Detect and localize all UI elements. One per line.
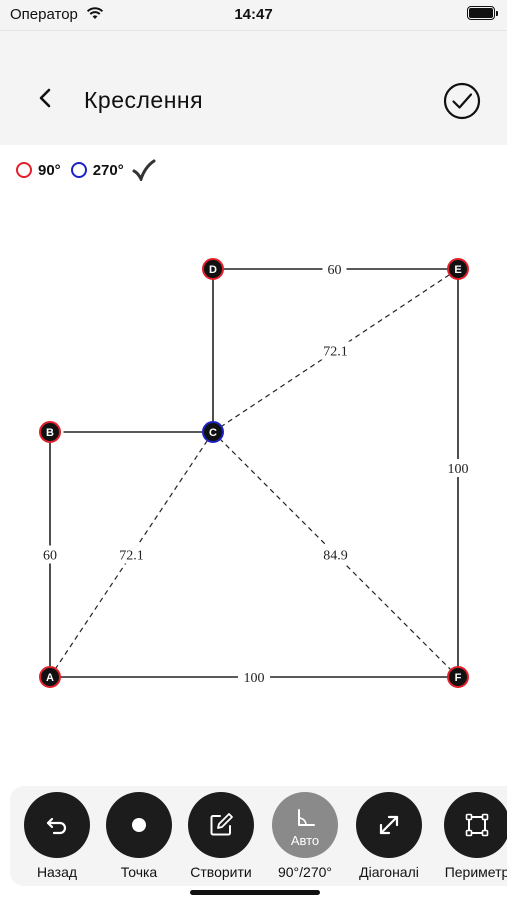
point-label-D: D [209, 264, 217, 276]
checkmark-icon [132, 159, 156, 181]
point-label-E: E [454, 264, 461, 276]
side-length-label: 60 [43, 549, 57, 564]
toolbar: Назад Точка Створити Авто 90°/270° Діаго… [10, 786, 507, 886]
home-indicator [190, 890, 320, 895]
diagonals-tool[interactable]: Діагоналі [344, 792, 424, 882]
diagonal-length-label: 72.1 [119, 549, 144, 564]
point-button[interactable] [106, 792, 172, 858]
edit-icon [210, 813, 233, 836]
drawing-canvas[interactable]: 6040406010010072.172.184.9ABCDEF [0, 190, 507, 770]
diagonal-length-label: 72.1 [323, 345, 348, 360]
legend-90-label: 90° [38, 161, 61, 179]
angles-tool[interactable]: Авто 90°/270° [260, 792, 340, 882]
point-label-C: C [209, 427, 217, 439]
back-button[interactable] [30, 83, 60, 113]
red-circle-icon [16, 162, 32, 178]
nav-bar: Креслення [0, 30, 507, 145]
status-bar: Оператор 14:47 [0, 0, 507, 30]
chevron-left-icon [39, 88, 51, 108]
create-button[interactable] [188, 792, 254, 858]
perimeter-icon [465, 813, 489, 837]
page-title: Креслення [84, 87, 204, 113]
angle-icon [298, 809, 315, 826]
angle-legend: 90° 270° [16, 158, 156, 182]
expand-diagonal-icon [379, 815, 399, 835]
battery-icon [467, 6, 498, 20]
undo-button[interactable] [24, 792, 90, 858]
clock: 14:47 [234, 6, 273, 23]
point-label-F: F [455, 672, 462, 684]
point-label-A: A [46, 672, 54, 684]
undo-icon [46, 817, 67, 835]
blue-circle-icon [70, 162, 87, 178]
point-label-B: B [46, 427, 54, 439]
side-length-label: 100 [244, 671, 265, 686]
perimeter-button[interactable] [444, 792, 507, 858]
confirm-check-icon[interactable] [443, 82, 481, 120]
angles-button[interactable]: Авто [272, 792, 338, 858]
diagonal-length-label: 84.9 [323, 549, 348, 564]
angles-auto-label: Авто [290, 833, 320, 848]
create-tool[interactable]: Створити [176, 792, 256, 882]
dot-icon [132, 818, 146, 832]
diagonals-label: Діагоналі [359, 864, 419, 880]
undo-tool[interactable]: Назад [12, 792, 92, 882]
diagonals-button[interactable] [356, 792, 422, 858]
perimeter-label: Периметр [444, 864, 507, 880]
perimeter-tool[interactable]: Периметр [432, 792, 507, 882]
legend-270-label: 270° [92, 161, 124, 179]
side-length-label: 60 [328, 263, 342, 278]
point-tool[interactable]: Точка [94, 792, 174, 882]
side-length-label: 100 [448, 462, 469, 477]
